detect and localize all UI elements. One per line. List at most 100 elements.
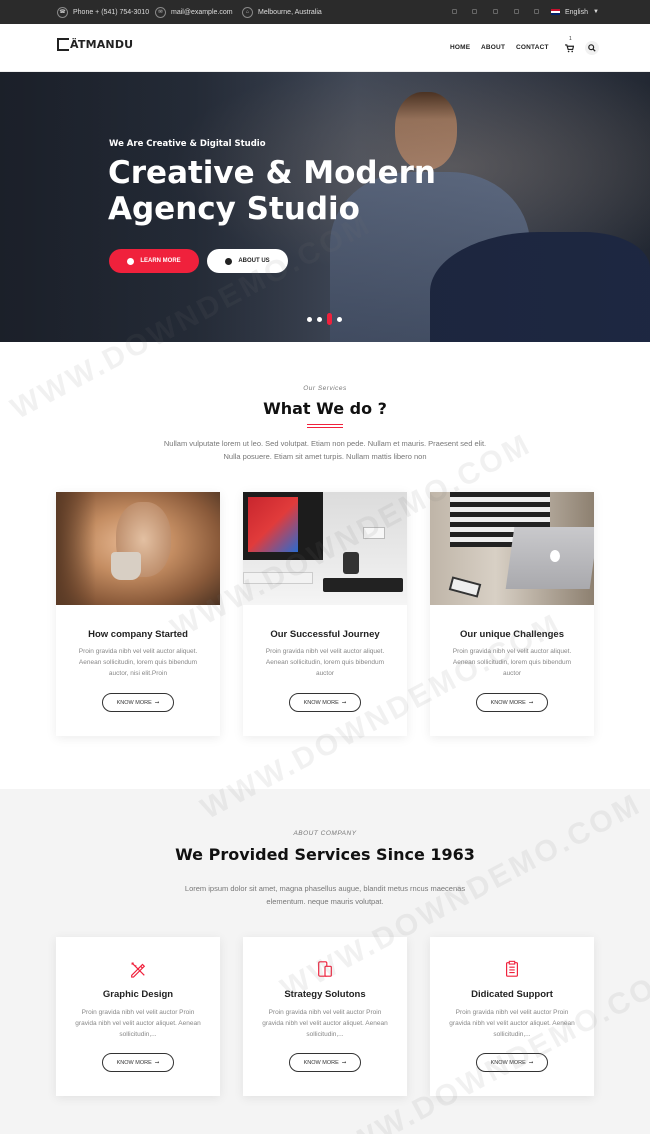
- card-title: Our unique Challenges: [460, 629, 564, 640]
- know-more-label: KNOW MORE: [303, 1059, 339, 1066]
- notebook-shape: [323, 578, 403, 592]
- keyboard-shape: [243, 572, 313, 584]
- language-label: English: [565, 8, 588, 16]
- hero-title: Creative & Modern Agency Studio: [108, 155, 468, 227]
- logo-mark-icon: [57, 38, 69, 51]
- arrow-right-icon: ➞: [341, 1059, 347, 1066]
- know-more-button[interactable]: KNOW MORE ➞: [476, 693, 548, 712]
- instagram-icon[interactable]: [514, 9, 519, 14]
- slider-dot[interactable]: [337, 316, 342, 322]
- service-card: Our Successful Journey Proin gravida nib…: [243, 492, 407, 736]
- location-contact: ⌂ Melbourne, Australia: [242, 0, 322, 24]
- feature-text: Proin gravida nibh vel velit auctor Proi…: [262, 1009, 388, 1038]
- laptop-woman-image: [430, 492, 594, 605]
- cart-count-badge: 1: [569, 36, 572, 42]
- desk-computer-image: [243, 492, 407, 605]
- card-title: Our Successful Journey: [270, 629, 380, 640]
- email-contact[interactable]: ✉ mail@example.com: [155, 0, 233, 24]
- feature-card: Didicated Support Proin gravida nibh vel…: [430, 937, 594, 1096]
- about-title: We Provided Services Since 1963: [175, 845, 475, 864]
- service-card: How company Started Proin gravida nibh v…: [56, 492, 220, 736]
- feature-card: Graphic Design Proin gravida nibh vel ve…: [56, 937, 220, 1096]
- know-more-label: KNOW MORE: [490, 1059, 526, 1066]
- cart-icon[interactable]: [562, 41, 576, 55]
- hero-title-line-1: Creative & Modern: [108, 155, 436, 191]
- about-us-label: ABOUT US: [238, 258, 270, 264]
- chevron-down-icon: ▼: [592, 9, 599, 15]
- feature-card: Strategy Solutons Proin gravida nibh vel…: [243, 937, 407, 1096]
- hero-subtitle: We Are Creative & Digital Studio: [109, 139, 266, 149]
- about-eyebrow: ABOUT COMPANY: [293, 830, 357, 837]
- feature-text: Proin gravida nibh vel velit auctor Proi…: [75, 1009, 201, 1038]
- screen-graphic: [248, 497, 298, 552]
- know-more-label: KNOW MORE: [303, 699, 339, 706]
- email-text: mail@example.com: [171, 8, 233, 16]
- arrow-icon: [225, 257, 233, 265]
- slider-dot-active[interactable]: [327, 313, 332, 325]
- wall-socket-shape: [363, 527, 385, 539]
- feature-title: Graphic Design: [102, 989, 174, 1000]
- know-more-label: KNOW MORE: [116, 699, 152, 706]
- nav-home[interactable]: HOME: [450, 44, 470, 51]
- know-more-label: KNOW MORE: [116, 1059, 152, 1066]
- service-card: Our unique Challenges Proin gravida nibh…: [430, 492, 594, 736]
- clipboard-icon: [502, 959, 522, 979]
- phone-text: Phone + (541) 754-3010: [73, 8, 150, 16]
- logo-text: ÄTMANDU: [70, 38, 134, 51]
- feature-title: Didicated Support: [471, 989, 553, 1000]
- woman-coffee-image: [56, 492, 220, 605]
- slider-dot[interactable]: [307, 316, 312, 322]
- about-us-button[interactable]: ABOUT US: [207, 249, 288, 273]
- map-icon: ⌂: [242, 6, 253, 18]
- know-more-button[interactable]: KNOW MORE ➞: [289, 693, 361, 712]
- nav-about[interactable]: ABOUT: [481, 44, 505, 51]
- phone-icon: ☎: [57, 6, 68, 18]
- card-text: Proin gravida nibh vel velit auctor aliq…: [452, 648, 572, 677]
- arrow-right-icon: ➞: [154, 699, 160, 706]
- services-description: Nullam vulputate lorem ut leo. Sed volut…: [163, 439, 487, 461]
- know-more-button[interactable]: KNOW MORE ➞: [102, 693, 174, 712]
- hair-shadow: [56, 492, 96, 605]
- arrow-right-icon: ➞: [528, 1059, 534, 1066]
- phone-contact[interactable]: ☎ Phone + (541) 754-3010: [57, 0, 149, 24]
- arrow-right-icon: ➞: [528, 699, 534, 706]
- uk-flag-icon: [551, 9, 560, 15]
- linkedin-icon[interactable]: [493, 9, 498, 14]
- language-selector[interactable]: English ▼: [551, 0, 599, 24]
- pencil-ruler-icon: [128, 959, 148, 979]
- card-title: How company Started: [88, 629, 188, 640]
- services-eyebrow: Our Services: [303, 385, 347, 392]
- facebook-icon[interactable]: [452, 9, 457, 14]
- phone-shape: [448, 576, 482, 598]
- arrow-right-icon: ➞: [341, 699, 347, 706]
- coffee-cup-shape: [111, 552, 141, 580]
- play-icon: [127, 257, 135, 265]
- mail-icon: ✉: [155, 6, 166, 18]
- about-description: Lorem ipsum dolor sit amet, magna phasel…: [184, 884, 466, 906]
- apple-logo-icon: [550, 550, 560, 562]
- know-more-button[interactable]: KNOW MORE ➞: [289, 1053, 361, 1072]
- learn-more-button[interactable]: LEARN MORE: [109, 249, 199, 273]
- top-bar: ☎ Phone + (541) 754-3010 ✉ mail@example.…: [0, 0, 650, 24]
- slider-pagination: [307, 313, 342, 325]
- learn-more-label: LEARN MORE: [140, 258, 181, 264]
- feature-title: Strategy Solutons: [284, 989, 366, 1000]
- twitter-icon[interactable]: [472, 9, 477, 14]
- know-more-button[interactable]: KNOW MORE ➞: [476, 1053, 548, 1072]
- slider-dot[interactable]: [317, 316, 322, 322]
- services-title: What We do ?: [263, 399, 387, 418]
- site-logo[interactable]: ÄTMANDU: [57, 38, 133, 51]
- services-title-underline: [307, 424, 343, 428]
- mug-shape: [343, 552, 359, 574]
- feature-text: Proin gravida nibh vel velit auctor Proi…: [449, 1009, 575, 1038]
- location-text: Melbourne, Australia: [258, 8, 322, 16]
- google-plus-icon[interactable]: [534, 9, 539, 14]
- nav-contact[interactable]: CONTACT: [516, 44, 549, 51]
- card-text: Proin gravida nibh vel velit auctor aliq…: [265, 648, 385, 677]
- know-more-button[interactable]: KNOW MORE ➞: [102, 1053, 174, 1072]
- card-text: Proin gravida nibh vel velit auctor aliq…: [78, 648, 198, 677]
- search-icon[interactable]: [585, 41, 599, 55]
- hero-title-line-2: Agency Studio: [108, 191, 360, 227]
- arrow-right-icon: ➞: [154, 1059, 160, 1066]
- know-more-label: KNOW MORE: [490, 699, 526, 706]
